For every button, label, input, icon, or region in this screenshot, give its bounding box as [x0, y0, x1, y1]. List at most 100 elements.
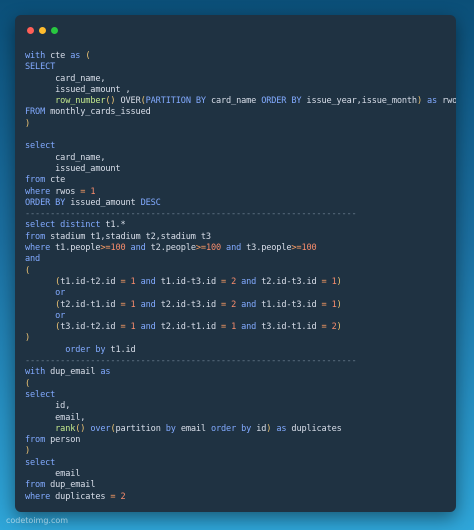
code-line: or: [25, 288, 452, 299]
code-token: rwos: [50, 186, 81, 197]
close-dot-icon[interactable]: [27, 27, 34, 34]
code-line: select: [25, 390, 452, 401]
code-line: email: [25, 469, 452, 480]
code-token: stadium t1,stadium t2,stadium t3: [45, 231, 211, 242]
code-line: where duplicates = 2: [25, 492, 452, 503]
code-token: monthly_cards_issued: [45, 107, 151, 118]
code-line: ): [25, 333, 452, 344]
code-token: person: [45, 435, 81, 446]
code-token: or: [55, 288, 66, 299]
code-token: and: [140, 322, 156, 333]
code-window: with cte as (SELECT card_name, issued_am…: [15, 15, 456, 512]
code-token: DESC: [140, 197, 161, 208]
code-token: (: [80, 51, 91, 61]
code-token: ORDER BY: [25, 197, 66, 208]
code-token: ): [25, 446, 31, 457]
window-titlebar: [15, 15, 456, 45]
code-token: select: [25, 457, 56, 468]
code-line: row_number() OVER(PARTITION BY card_name…: [25, 96, 456, 107]
code-token: t2.id-t3.id: [256, 276, 322, 287]
code-token: t2.id-t1.id: [60, 299, 121, 310]
code-token: row_number: [55, 96, 106, 107]
code-line: order by t1.id: [25, 345, 452, 356]
code-token: duplicates: [50, 491, 111, 502]
code-token: 1: [90, 186, 96, 197]
code-token: 2: [120, 491, 126, 502]
code-token: where: [25, 186, 51, 197]
code-token: email,: [25, 412, 86, 423]
code-token: t2.people: [145, 243, 196, 254]
code-token: t1.people: [50, 243, 101, 254]
code-token: (: [25, 378, 31, 389]
code-token: and: [140, 276, 156, 287]
code-token: 100: [301, 243, 317, 254]
code-token: or: [55, 310, 66, 321]
code-token: t1.id-t2.id: [60, 276, 121, 287]
code-token: t1.id-t3.id: [256, 299, 322, 310]
code-token: t2.id-t1.id: [155, 322, 221, 333]
maximize-dot-icon[interactable]: [51, 27, 58, 34]
code-token: card_name: [205, 96, 262, 107]
code-token: id: [251, 423, 267, 434]
code-line: with dup_email as: [25, 367, 452, 378]
code-token: FROM: [25, 107, 46, 118]
code-line: (t1.id-t2.id = 1 and t1.id-t3.id = 2 and…: [25, 277, 452, 288]
code-line: select: [25, 458, 452, 469]
code-token: and: [130, 243, 146, 254]
code-token: dup_email: [45, 480, 96, 491]
code-token: select distinct: [25, 220, 101, 231]
code-line: id,: [25, 401, 452, 412]
code-token: ): [25, 118, 31, 129]
code-line: rank() over(partition by email order by …: [25, 424, 452, 435]
code-line: SELECT: [25, 62, 452, 73]
code-token: with: [25, 367, 46, 378]
code-line: (t2.id-t1.id = 1 and t2.id-t3.id = 2 and…: [25, 300, 452, 311]
code-token: over: [90, 423, 111, 434]
code-token: ----------------------------------------…: [25, 356, 357, 367]
code-line: from cte: [25, 175, 452, 186]
code-token: with: [25, 51, 46, 61]
code-token: t3.id-t1.id: [256, 322, 322, 333]
code-token: t1.id: [105, 344, 136, 355]
code-token: t1.*: [100, 220, 126, 231]
code-token: t3.people: [241, 243, 292, 254]
code-token: ): [336, 276, 342, 287]
code-token: t3.id-t2.id: [60, 322, 121, 333]
code-line: where rwos = 1: [25, 187, 452, 198]
code-line: with cte as (: [25, 51, 452, 62]
code-token: select: [25, 389, 56, 400]
code-token: as: [70, 51, 81, 61]
code-line: select distinct t1.*: [25, 220, 452, 231]
code-token: PARTITION BY: [145, 96, 206, 107]
code-line: ORDER BY issued_amount DESC: [25, 198, 452, 209]
code-token: cte: [45, 175, 66, 186]
minimize-dot-icon[interactable]: [39, 27, 46, 34]
code-token: ): [25, 333, 31, 344]
code-token: OVER: [115, 96, 141, 107]
code-line: issued_amount ,: [25, 85, 452, 96]
code-token: (): [105, 96, 116, 107]
code-token: and: [241, 322, 257, 333]
code-token: ): [336, 322, 342, 333]
code-token: from: [25, 231, 46, 242]
code-token: and: [226, 243, 242, 254]
code-token: t2.id-t3.id: [155, 299, 221, 310]
code-token: issued_amount: [65, 197, 141, 208]
code-line: issued_amount: [25, 164, 452, 175]
code-line: ): [25, 119, 452, 130]
code-token: from: [25, 175, 46, 186]
code-line: select: [25, 141, 452, 152]
code-line: (t3.id-t2.id = 1 and t2.id-t1.id = 1 and…: [25, 322, 452, 333]
code-token: as: [427, 96, 438, 107]
code-token: order by: [210, 423, 252, 434]
code-token: where: [25, 491, 51, 502]
code-token: and: [241, 276, 257, 287]
code-token: (): [75, 423, 86, 434]
